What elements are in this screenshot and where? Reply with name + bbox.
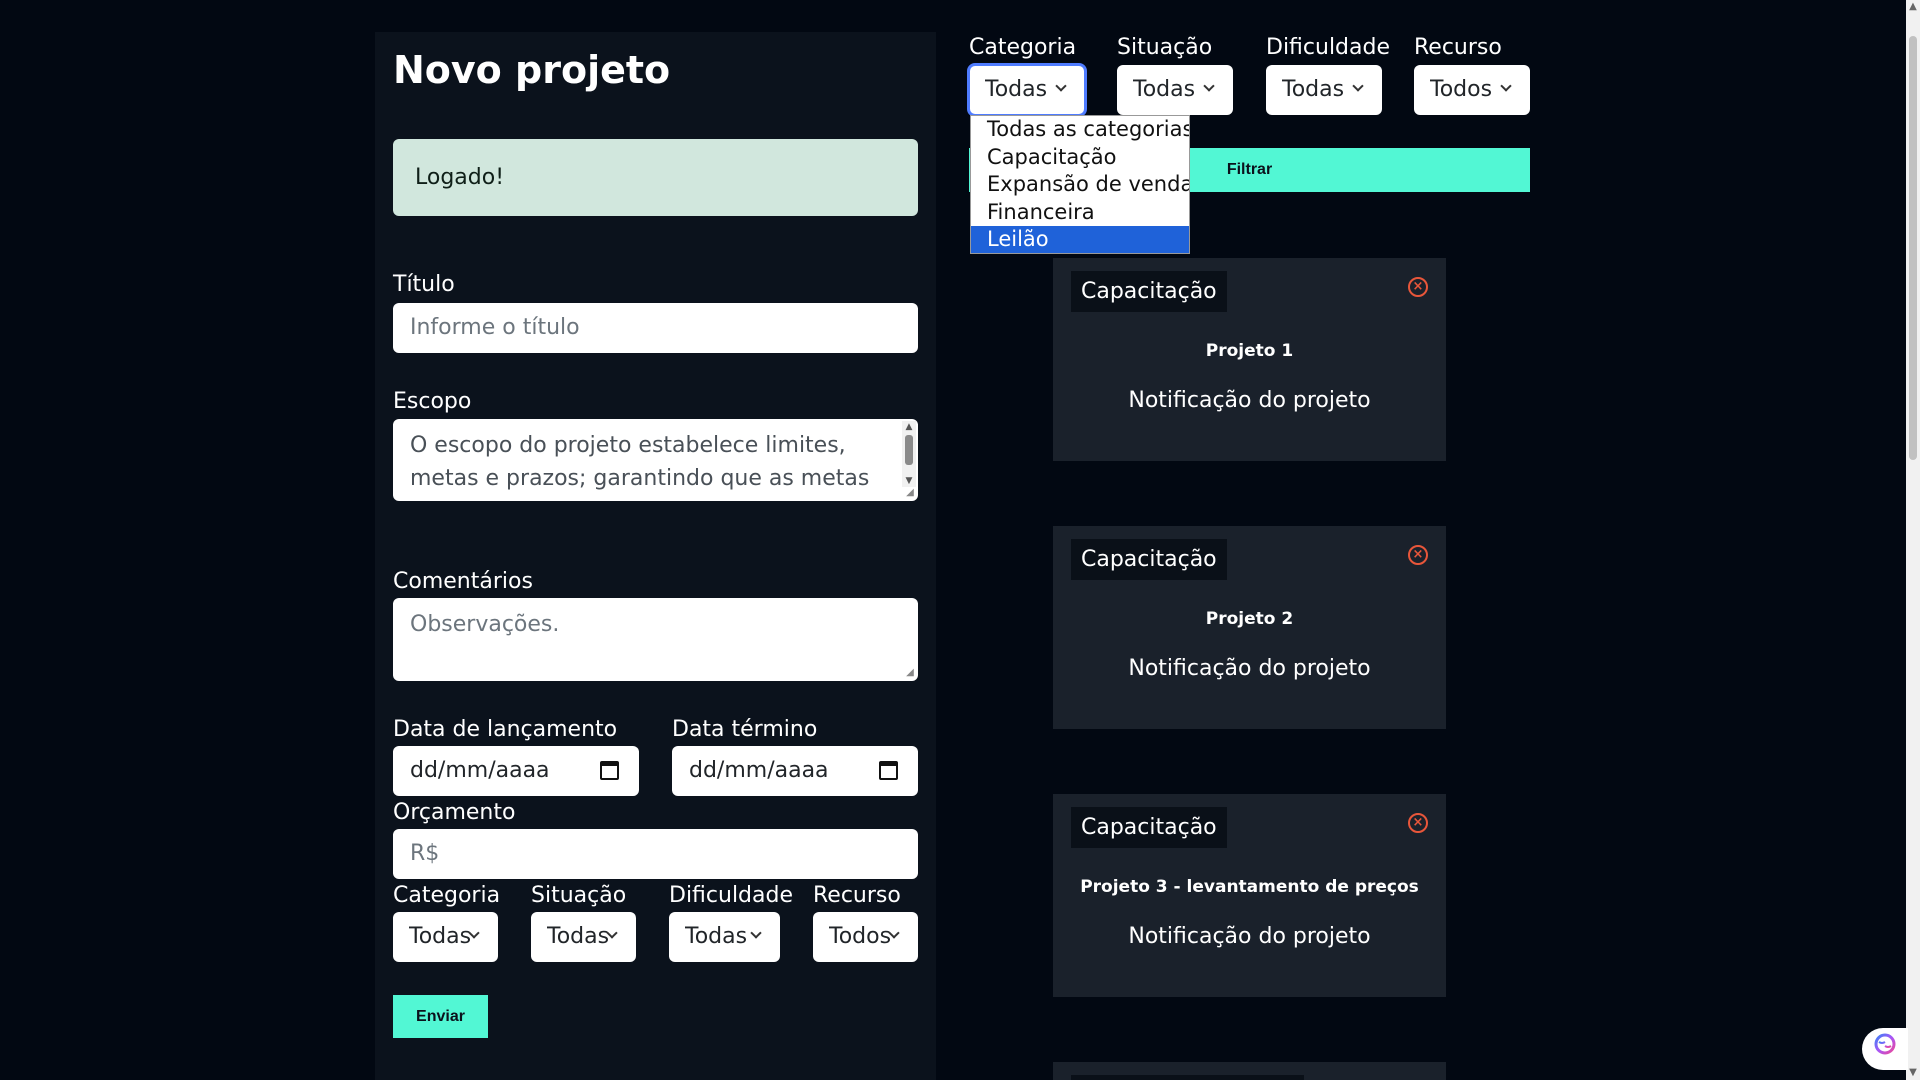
- filter-resource-select[interactable]: Todos: [1414, 65, 1530, 115]
- form-difficulty-value: Todas: [685, 924, 748, 949]
- category-badge: [1071, 1075, 1304, 1080]
- budget-input[interactable]: R$: [393, 829, 918, 879]
- comments-placeholder: Observações.: [410, 612, 560, 637]
- dropdown-option[interactable]: Capacitação: [971, 144, 1189, 172]
- end-date-placeholder: dd/mm/aaaa: [689, 758, 829, 783]
- dropdown-option[interactable]: Financeira: [971, 199, 1189, 227]
- dropdown-option-selected[interactable]: Leilão: [971, 226, 1189, 253]
- launch-date-input[interactable]: dd/mm/aaaa: [393, 746, 639, 796]
- brain-icon[interactable]: [1862, 1028, 1908, 1070]
- form-resource-value: Todos: [829, 924, 892, 949]
- form-category-label: Categoria: [393, 883, 501, 908]
- comments-label: Comentários: [393, 569, 533, 594]
- filter-status-label: Situação: [1117, 35, 1213, 60]
- dropdown-option[interactable]: Todas as categorias: [971, 116, 1189, 144]
- resize-handle-icon[interactable]: ◢: [904, 667, 916, 679]
- project-card: Capacitação × Projeto 3 - levantamento d…: [1053, 794, 1446, 997]
- scope-label: Escopo: [393, 389, 472, 414]
- form-status-label: Situação: [531, 883, 627, 908]
- filter-resource-label: Recurso: [1414, 35, 1502, 60]
- form-category-select[interactable]: Todas: [393, 912, 498, 962]
- scroll-down-icon[interactable]: ▼: [902, 475, 916, 487]
- category-badge: Capacitação: [1071, 807, 1227, 848]
- project-description: Notificação do projeto: [1128, 924, 1371, 949]
- scope-scrollbar[interactable]: ▲ ▼: [902, 421, 916, 487]
- project-title: Projeto 1: [1205, 341, 1294, 361]
- form-difficulty-select[interactable]: Todas: [669, 912, 780, 962]
- project-card: Capacitação × Projeto 2 Notificação do p…: [1053, 526, 1446, 729]
- form-difficulty-label: Dificuldade: [669, 883, 794, 908]
- login-alert: Logado!: [393, 139, 918, 216]
- page-scrollbar[interactable]: ▲ ▼: [1906, 0, 1920, 1080]
- scope-textarea[interactable]: O escopo do projeto estabelece limites, …: [393, 419, 918, 501]
- launch-date-placeholder: dd/mm/aaaa: [410, 758, 550, 783]
- filter-category-label: Categoria: [969, 35, 1077, 60]
- form-category-value: Todas: [409, 924, 472, 949]
- dropdown-option[interactable]: Expansão de vendas: [971, 171, 1189, 199]
- filter-status-value: Todas: [1133, 77, 1196, 102]
- project-description: Notificação do projeto: [1128, 656, 1371, 681]
- budget-placeholder: R$: [410, 841, 440, 866]
- submit-button[interactable]: Enviar: [393, 995, 488, 1038]
- project-card: [1053, 1062, 1446, 1080]
- scroll-thumb[interactable]: [905, 435, 913, 465]
- form-status-select[interactable]: Todas: [531, 912, 636, 962]
- filter-difficulty-label: Dificuldade: [1266, 35, 1391, 60]
- form-resource-select[interactable]: Todos: [813, 912, 918, 962]
- close-circle-icon[interactable]: ×: [1408, 545, 1428, 565]
- scroll-up-icon[interactable]: ▲: [1906, 0, 1920, 14]
- filter-difficulty-value: Todas: [1282, 77, 1345, 102]
- filter-status-select[interactable]: Todas: [1117, 65, 1233, 115]
- resize-handle-icon[interactable]: ◢: [904, 487, 916, 499]
- page-scroll-thumb[interactable]: [1909, 36, 1917, 460]
- title-label: Título: [393, 272, 455, 297]
- filter-category-select[interactable]: Todas: [967, 63, 1087, 117]
- comments-textarea[interactable]: Observações. ◢: [393, 598, 918, 681]
- calendar-icon[interactable]: [879, 761, 898, 780]
- project-title: Projeto 2: [1205, 609, 1294, 629]
- project-title: Projeto 3 - levantamento de preços: [1080, 877, 1419, 897]
- scroll-down-icon[interactable]: ▼: [1906, 1066, 1920, 1080]
- project-card: Capacitação × Projeto 1 Notificação do p…: [1053, 258, 1446, 461]
- end-date-input[interactable]: dd/mm/aaaa: [672, 746, 918, 796]
- filter-difficulty-select[interactable]: Todas: [1266, 65, 1382, 115]
- project-description: Notificação do projeto: [1128, 388, 1371, 413]
- filter-category-value: Todas: [985, 77, 1048, 102]
- title-input[interactable]: Informe o título: [393, 303, 918, 353]
- end-date-label: Data término: [672, 717, 818, 742]
- form-status-value: Todas: [547, 924, 610, 949]
- category-dropdown[interactable]: Todas as categorias Capacitação Expansão…: [970, 115, 1190, 254]
- scroll-up-icon[interactable]: ▲: [902, 421, 916, 433]
- category-badge: Capacitação: [1071, 539, 1227, 580]
- page-title: Novo projeto: [393, 48, 671, 92]
- close-circle-icon[interactable]: ×: [1408, 277, 1428, 297]
- budget-label: Orçamento: [393, 800, 516, 825]
- launch-date-label: Data de lançamento: [393, 717, 618, 742]
- form-resource-label: Recurso: [813, 883, 901, 908]
- calendar-icon[interactable]: [600, 761, 619, 780]
- scope-text: O escopo do projeto estabelece limites, …: [410, 433, 870, 491]
- category-badge: Capacitação: [1071, 271, 1227, 312]
- title-placeholder: Informe o título: [410, 315, 580, 340]
- brain-icon-svg: [1874, 1033, 1896, 1055]
- close-circle-icon[interactable]: ×: [1408, 813, 1428, 833]
- filter-resource-value: Todos: [1430, 77, 1493, 102]
